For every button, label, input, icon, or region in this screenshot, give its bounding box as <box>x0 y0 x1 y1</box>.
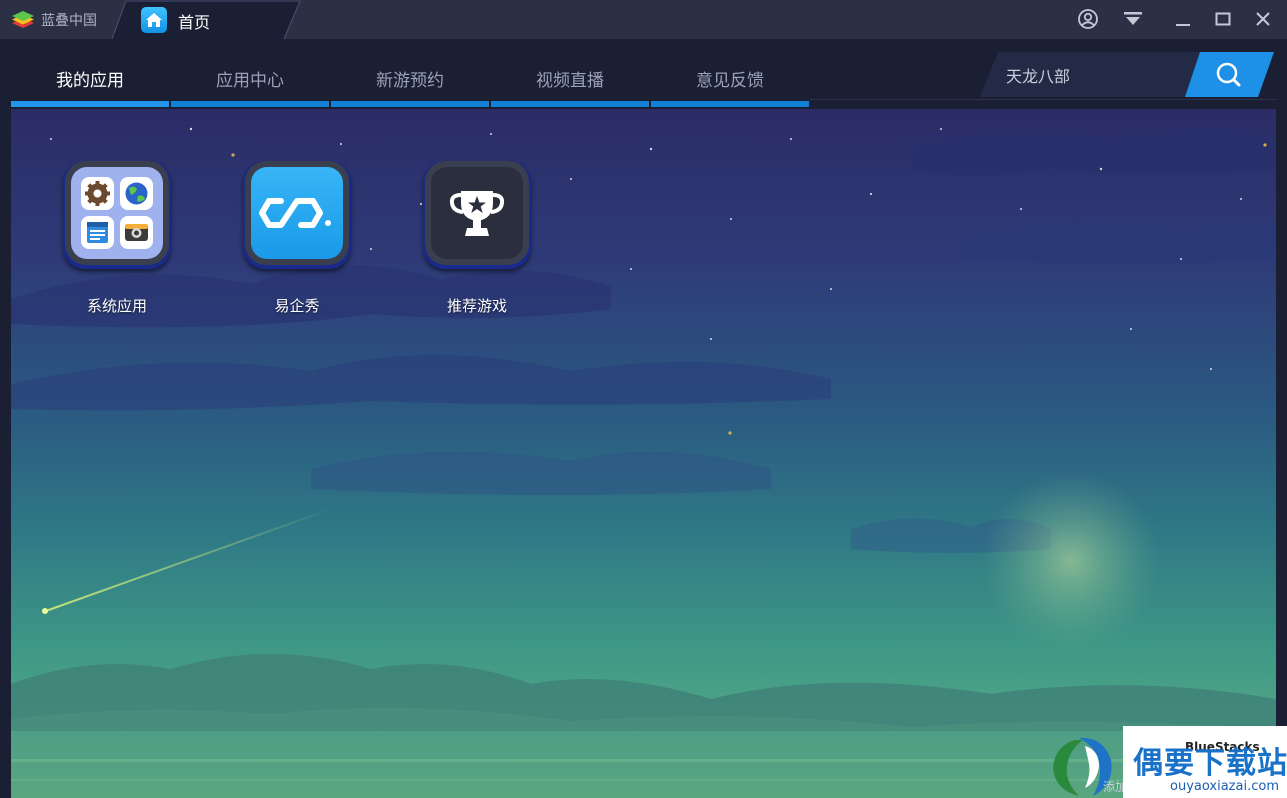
app-label: 易企秀 <box>274 297 320 315</box>
brand[interactable]: 蓝叠中国 <box>10 8 97 32</box>
user-icon <box>1078 9 1098 29</box>
system-apps-folder-icon <box>71 167 163 259</box>
minimize-button[interactable] <box>1170 6 1196 32</box>
tab-home-label: 首页 <box>178 13 211 32</box>
maximize-icon <box>1215 12 1231 26</box>
search-box <box>980 52 1275 97</box>
app-label: 系统应用 <box>86 297 147 315</box>
tab-home[interactable]: 首页 <box>112 0 302 39</box>
tab-underline <box>651 101 809 107</box>
app-icon-frame <box>243 161 351 269</box>
brand-label: 蓝叠中国 <box>41 13 97 29</box>
eqxiu-logo-icon <box>251 167 343 259</box>
app-label: 推荐游戏 <box>446 297 507 315</box>
tab-label: 应用中心 <box>216 71 284 91</box>
app-icon-bezel <box>245 161 349 265</box>
app-icon-frame <box>423 161 531 269</box>
app-system-apps[interactable]: 系统应用 <box>52 161 182 316</box>
dropdown-menu-icon <box>1124 12 1142 25</box>
desktop-area: 系统应用 易企秀 推荐游戏 <box>11 109 1276 798</box>
tab-label: 新游预约 <box>376 71 444 91</box>
watermark: 添加 BlueStacks 偶要下载站 ouyaoxiazai.com <box>1045 726 1287 798</box>
tab-video-live[interactable]: 视频直播 <box>491 69 649 107</box>
minimize-icon <box>1176 24 1190 26</box>
app-icon-frame <box>63 161 171 269</box>
account-button[interactable] <box>1075 6 1101 32</box>
bluestacks-logo-icon <box>12 11 34 28</box>
tab-label: 意见反馈 <box>696 71 764 91</box>
search-icon <box>1216 62 1241 87</box>
tab-feedback[interactable]: 意见反馈 <box>651 69 809 107</box>
nav-divider <box>810 99 1277 100</box>
tab-underline <box>331 101 489 107</box>
tab-label: 视频直播 <box>536 71 604 91</box>
tab-new-game-reservation[interactable]: 新游预约 <box>331 69 489 107</box>
tab-label: 我的应用 <box>56 71 124 91</box>
close-icon <box>1256 12 1270 26</box>
tab-underline <box>491 101 649 107</box>
home-icon <box>141 7 167 33</box>
menu-dropdown-button[interactable] <box>1120 6 1146 32</box>
watermark-title: 偶要下载站 <box>1133 746 1287 781</box>
app-icon-bezel <box>425 161 529 265</box>
tab-underline <box>11 101 169 107</box>
app-recommended-games[interactable]: 推荐游戏 <box>412 161 542 316</box>
tab-app-center[interactable]: 应用中心 <box>171 69 329 107</box>
app-icon-bezel <box>65 161 169 265</box>
watermark-url: ouyaoxiazai.com <box>1170 779 1279 794</box>
tab-my-apps[interactable]: 我的应用 <box>11 69 169 107</box>
search-input[interactable] <box>1006 61 1176 89</box>
search-button[interactable] <box>1188 52 1272 97</box>
app-eqxiu[interactable]: 易企秀 <box>232 161 362 316</box>
maximize-button[interactable] <box>1210 6 1236 32</box>
night-sky-wallpaper <box>11 127 1276 798</box>
title-bar: 蓝叠中国 首页 <box>0 0 1287 39</box>
close-button[interactable] <box>1250 6 1276 32</box>
trophy-icon <box>431 167 523 259</box>
tab-underline <box>171 101 329 107</box>
